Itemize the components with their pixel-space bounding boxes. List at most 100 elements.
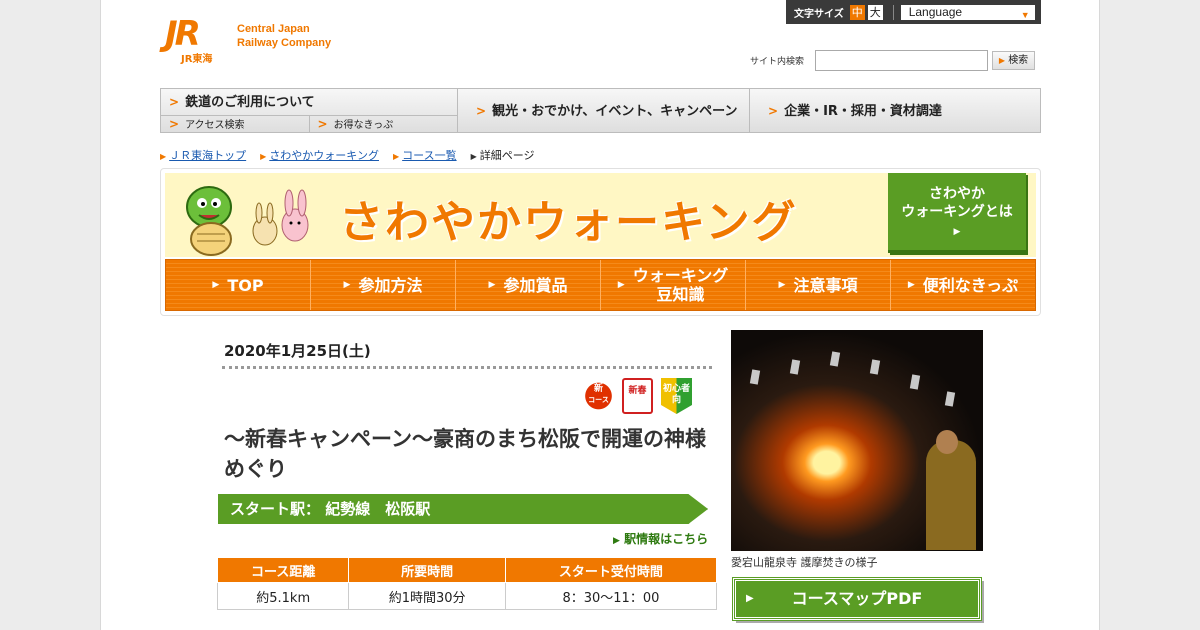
- nav-rail-usage-label: 鉄道のご利用について: [185, 95, 315, 110]
- about-walking-button[interactable]: さわやか ウォーキングとは ▶: [888, 173, 1026, 253]
- monk-head: [936, 430, 958, 454]
- breadcrumb-current-label: 詳細ページ: [479, 149, 535, 162]
- triangle-right-icon: ▶: [778, 279, 786, 290]
- subnav-walking-tips[interactable]: ▶ ウォーキング 豆知識: [601, 260, 746, 310]
- subnav-cautions-label: 注意事項: [793, 275, 858, 295]
- language-select[interactable]: Language ▼: [900, 4, 1035, 20]
- divider: [222, 366, 712, 369]
- breadcrumb-link-course-list[interactable]: コース一覧: [402, 149, 456, 162]
- station-info-link[interactable]: ▶ 駅情報はこちら: [613, 530, 708, 547]
- nav-rail-usage[interactable]: > 鉄道のご利用について: [161, 89, 457, 116]
- paper-streamer: [909, 374, 921, 390]
- page: JR JR東海 Central Japan Railway Company 文字…: [100, 0, 1100, 630]
- global-nav: > 鉄道のご利用について > アクセス検索 > お得なきっぷ > 観光・おでかけ、イベン…: [160, 88, 1041, 133]
- nav-tourism-label: 観光・おでかけ、イベント、キャンペーン: [492, 104, 738, 119]
- nav-corporate-label: 企業・IR・採用・資材調達: [784, 104, 942, 119]
- new-course-badge-label: 新: [593, 384, 603, 394]
- banner-header: さわやかウォーキング さわやか ウォーキングとは ▶: [165, 173, 1036, 257]
- chevron-right-icon: >: [476, 104, 487, 118]
- jr-logo-mark: JR JR東海: [165, 14, 229, 65]
- subnav-prizes-label: 参加賞品: [503, 275, 568, 295]
- breadcrumb: ▶ ＪＲ東海トップ ▶ さわやかウォーキング ▶ コース一覧 ▶ 詳細ページ: [160, 147, 535, 163]
- paper-streamer: [749, 369, 761, 385]
- chevron-right-icon: >: [317, 117, 328, 131]
- company-name: Central Japan Railway Company: [237, 22, 331, 50]
- chevron-right-icon: >: [169, 117, 180, 131]
- nav-discount-tickets[interactable]: > お得なきっぷ: [310, 116, 458, 133]
- start-station-bar: スタート駅： 紀勢線 松阪駅: [218, 494, 708, 524]
- nav-tourism[interactable]: > 観光・おでかけ、イベント、キャンペーン: [458, 89, 750, 132]
- breadcrumb-link-jr-top[interactable]: ＪＲ東海トップ: [169, 149, 246, 162]
- subnav-cautions[interactable]: ▶ 注意事項: [746, 260, 891, 310]
- language-select-value: Language: [908, 4, 963, 19]
- value-duration: 約1時間30分: [348, 582, 506, 610]
- arrow-right-icon: ▶: [998, 56, 1005, 65]
- course-photo: [731, 330, 983, 551]
- subnav-how-to-join-label: 参加方法: [358, 275, 423, 295]
- triangle-right-icon: ▶: [160, 152, 167, 161]
- search-button-label: 検索: [1008, 55, 1029, 66]
- jr-tokai-label: JR東海: [181, 54, 213, 65]
- chevron-right-icon: >: [768, 104, 779, 118]
- breadcrumb-link-walking[interactable]: さわやかウォーキング: [269, 149, 379, 162]
- breadcrumb-item[interactable]: ▶ さわやかウォーキング: [260, 147, 379, 163]
- global-nav-rail-group: > 鉄道のご利用について > アクセス検索 > お得なきっぷ: [161, 89, 458, 133]
- value-start-time: 8：30～11：00: [504, 582, 718, 610]
- search-input[interactable]: [815, 50, 989, 71]
- site-search: サイト内検索 ▶ 検索: [750, 50, 1036, 71]
- station-info-link-label: 駅情報はこちら: [624, 532, 709, 546]
- subnav-walking-tips-label: ウォーキング 豆知識: [633, 266, 729, 304]
- triangle-right-icon: ▶: [907, 279, 915, 290]
- chevron-down-icon: ▼: [1020, 9, 1030, 20]
- company-name-line2: Railway Company: [237, 37, 332, 49]
- value-distance: 約5.1km: [216, 582, 350, 610]
- utility-bar: 文字サイズ 中 大 Language ▼: [786, 0, 1041, 24]
- mascot-illustration: [186, 186, 309, 256]
- triangle-right-icon: ▶: [260, 152, 267, 161]
- jr-logo-letters: JR: [165, 14, 201, 54]
- course-badges: 新コース 新春 初心者向: [583, 378, 692, 414]
- triangle-right-icon: ▶: [212, 279, 220, 290]
- subnav-top[interactable]: ▶ TOP: [166, 260, 311, 310]
- company-name-line1: Central Japan: [237, 23, 310, 35]
- subnav-walking-tips-line1: ウォーキング: [632, 266, 729, 285]
- course-info-table: コース距離 所要時間 スタート受付時間 約5.1km 約1時間30分 8：30～…: [216, 557, 718, 610]
- breadcrumb-item[interactable]: ▶ コース一覧: [393, 147, 457, 163]
- course-date: 2020年1月25日(土): [224, 342, 371, 360]
- table-header-row: コース距離 所要時間 スタート受付時間: [216, 557, 718, 583]
- new-course-badge-sub: コース: [588, 396, 609, 404]
- course-map-pdf-label: コースマップPDF: [791, 589, 923, 608]
- about-walking-line2: ウォーキングとは: [901, 204, 1013, 220]
- course-map-pdf-button[interactable]: ▶ コースマップPDF: [732, 577, 982, 621]
- paper-streamer: [829, 351, 841, 367]
- divider: [892, 4, 894, 20]
- subnav-prizes[interactable]: ▶ 参加賞品: [456, 260, 601, 310]
- paper-streamer: [869, 359, 881, 375]
- triangle-right-icon: ▶: [953, 227, 961, 237]
- nav-access-search-label: アクセス検索: [185, 120, 245, 131]
- monk-figure: [926, 440, 976, 550]
- subnav-top-label: TOP: [227, 275, 264, 295]
- nav-discount-tickets-label: お得なきっぷ: [333, 120, 394, 131]
- new-year-badge: 新春: [622, 378, 653, 414]
- search-button[interactable]: ▶ 検索: [992, 51, 1036, 70]
- nav-access-search[interactable]: > アクセス検索: [161, 116, 310, 133]
- nav-corporate[interactable]: > 企業・IR・採用・資材調達: [750, 89, 1040, 132]
- jr-central-logo[interactable]: JR JR東海 Central Japan Railway Company: [165, 14, 331, 65]
- banner-title: さわやかウォーキング: [339, 197, 798, 248]
- breadcrumb-item[interactable]: ▶ ＪＲ東海トップ: [160, 147, 246, 163]
- global-nav-subitems: > アクセス検索 > お得なきっぷ: [161, 116, 457, 133]
- header-start-time: スタート受付時間: [504, 557, 718, 583]
- breadcrumb-current: ▶ 詳細ページ: [471, 147, 535, 163]
- subnav-walking-tips-line2: 豆知識: [656, 285, 705, 304]
- subnav-tickets[interactable]: ▶ 便利なきっぷ: [891, 260, 1035, 310]
- subnav-how-to-join[interactable]: ▶ 参加方法: [311, 260, 456, 310]
- about-walking-line1: さわやか: [929, 186, 985, 202]
- search-label: サイト内検索: [750, 57, 805, 67]
- font-size-medium-button[interactable]: 中: [849, 4, 865, 20]
- triangle-right-icon: ▶: [613, 536, 620, 546]
- triangle-right-icon: ▶: [617, 279, 625, 290]
- walking-banner: さわやかウォーキング さわやか ウォーキングとは ▶ ▶ TOP ▶ 参加方法 ▶ 参…: [160, 168, 1041, 316]
- chevron-right-icon: >: [169, 95, 180, 109]
- font-size-large-button[interactable]: 大: [867, 4, 883, 20]
